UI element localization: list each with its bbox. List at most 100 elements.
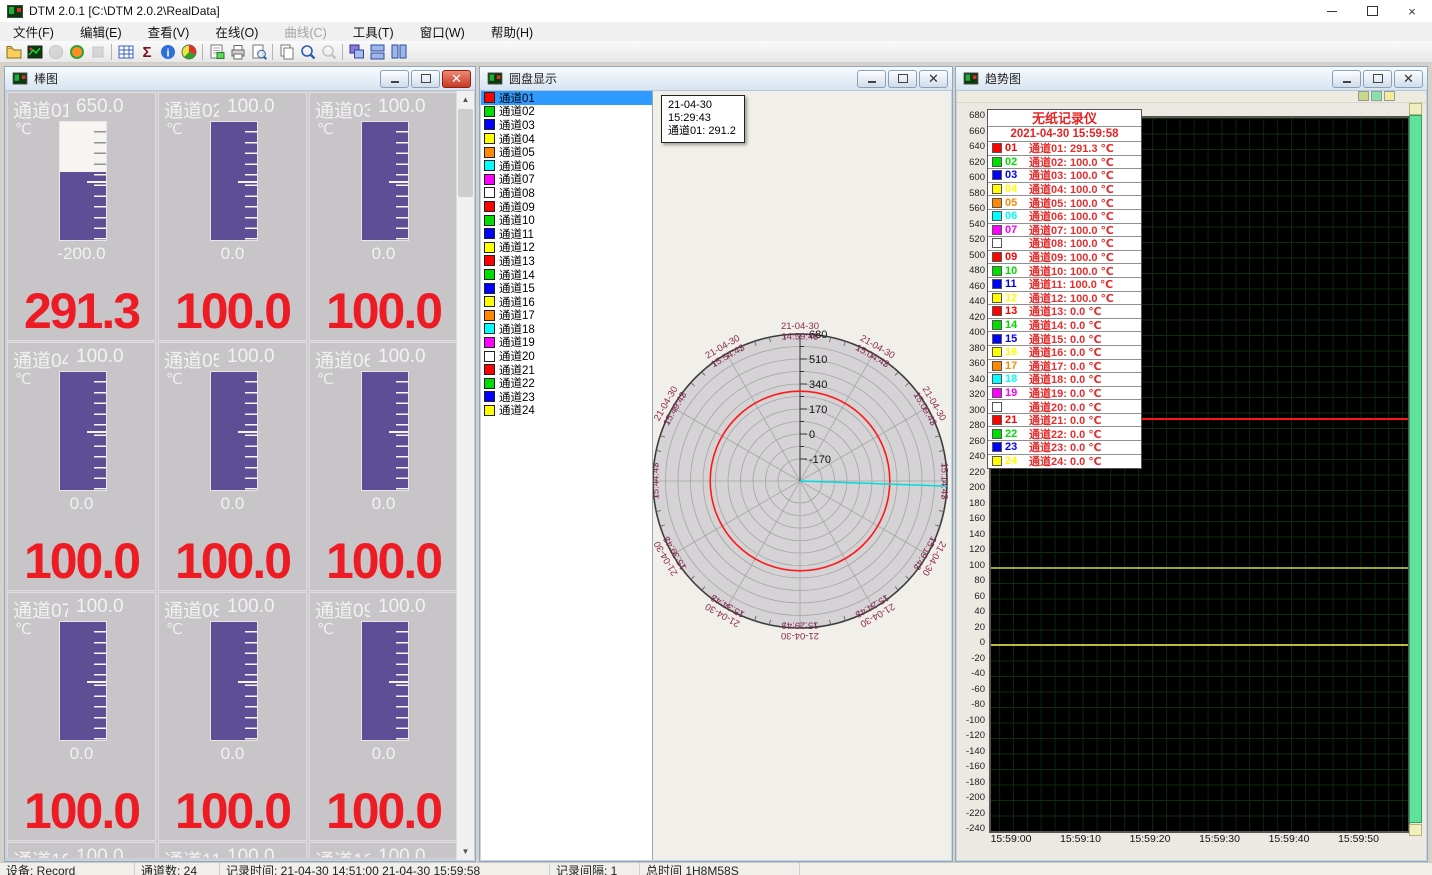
disc-window-titlebar[interactable]: 圆盘显示 ✕ xyxy=(480,67,952,91)
y-tick-label: 460 xyxy=(969,282,985,292)
x-tick-label: 15:59:50 xyxy=(1338,833,1379,845)
bar-close-button[interactable]: ✕ xyxy=(442,70,471,88)
scrollbar-thumb[interactable] xyxy=(1409,115,1422,823)
y-tick-label: 640 xyxy=(969,142,985,152)
channel-color-icon xyxy=(484,106,495,117)
export-page-icon[interactable] xyxy=(206,42,227,61)
channel-label: 通道02 xyxy=(164,96,219,123)
tooltip-date: 21-04-30 xyxy=(668,99,736,112)
close-button[interactable]: × xyxy=(1392,0,1432,22)
open-folder-icon[interactable] xyxy=(3,42,24,61)
gauge-unit: ℃ xyxy=(15,620,32,638)
y-tick-label: 240 xyxy=(969,452,985,462)
channel-list-item-24[interactable]: 通道24 xyxy=(481,404,652,418)
trend-close-button[interactable]: ✕ xyxy=(1394,70,1423,88)
channel-color-icon xyxy=(484,228,495,239)
y-tick-label: 140 xyxy=(969,530,985,540)
scroll-down-icon[interactable]: ▼ xyxy=(457,843,474,860)
gauge-track xyxy=(59,121,107,241)
print-icon[interactable] xyxy=(227,42,248,61)
menu-item-3[interactable]: 在线(O) xyxy=(202,20,271,43)
menu-item-5[interactable]: 工具(T) xyxy=(340,20,407,43)
tile-vertical-icon[interactable] xyxy=(388,42,409,61)
channel-color-icon xyxy=(484,364,495,375)
legend-channel-number: 05 xyxy=(1005,197,1023,209)
y-tick-label: 200 xyxy=(969,483,985,493)
disc-minimize-button[interactable] xyxy=(857,70,886,88)
info-icon[interactable]: i xyxy=(157,42,178,61)
legend-color-icon xyxy=(992,170,1002,180)
bar-gauge-通道11: 通道11 100.0 ℃ 0.0 100.0 xyxy=(158,842,307,858)
toolbar-separator xyxy=(342,44,343,60)
y-tick-label: 480 xyxy=(969,266,985,276)
legend-channel-number: 18 xyxy=(1005,373,1023,385)
y-tick-label: 440 xyxy=(969,297,985,307)
channel-label: 通道08 xyxy=(164,596,219,623)
menu-item-1[interactable]: 编辑(E) xyxy=(67,20,135,43)
bar-vertical-scrollbar[interactable]: ▲ ▼ xyxy=(456,91,474,860)
x-tick-label: 15:59:00 xyxy=(991,833,1032,845)
trend-restore-button[interactable] xyxy=(1363,70,1392,88)
print-preview-icon[interactable] xyxy=(248,42,269,61)
x-tick-label: 15:59:40 xyxy=(1269,833,1310,845)
menu-item-0[interactable]: 文件(F) xyxy=(0,20,67,43)
gauge-max: 100.0 xyxy=(378,596,426,623)
strip-button-icon[interactable] xyxy=(1358,91,1369,101)
legend-channel-number: 24 xyxy=(1005,455,1023,467)
status-bar: 设备: Record通道数: 24记录时间: 21-04-30 14:51:00… xyxy=(0,862,1432,875)
svg-text:510: 510 xyxy=(809,354,827,366)
legend-color-icon xyxy=(992,456,1002,466)
status-panel-1: 通道数: 24 xyxy=(135,863,220,875)
gauge-max: 100.0 xyxy=(227,846,275,858)
strip-button-icon[interactable] xyxy=(1371,91,1382,101)
menu-item-2[interactable]: 查看(V) xyxy=(135,20,203,43)
svg-text:340: 340 xyxy=(809,379,827,391)
legend-channel-number: 17 xyxy=(1005,360,1023,372)
data-table-icon[interactable] xyxy=(115,42,136,61)
realdata-view-icon[interactable] xyxy=(24,42,45,61)
pie-chart-icon[interactable] xyxy=(178,42,199,61)
minimize-button[interactable] xyxy=(1312,0,1352,22)
legend-color-icon xyxy=(992,347,1002,357)
tile-horizontal-icon[interactable] xyxy=(367,42,388,61)
statistics-sigma-icon[interactable]: Σ xyxy=(136,42,157,61)
bar-restore-button[interactable] xyxy=(411,70,440,88)
y-tick-label: 160 xyxy=(969,514,985,524)
y-tick-label: 60 xyxy=(974,592,985,602)
zoom-icon[interactable] xyxy=(297,42,318,61)
scrollbar-cap[interactable] xyxy=(1409,824,1422,836)
legend-channel-number: 23 xyxy=(1005,441,1023,453)
disc-close-button[interactable]: ✕ xyxy=(919,70,948,88)
y-tick-label: 360 xyxy=(969,359,985,369)
trend-window-titlebar[interactable]: 趋势图 ✕ xyxy=(956,67,1427,91)
disc-window-icon xyxy=(488,73,502,85)
scroll-up-icon[interactable]: ▲ xyxy=(457,91,474,108)
gauge-value: 100.0 xyxy=(8,782,155,840)
trend-minimize-button[interactable] xyxy=(1332,70,1361,88)
y-tick-label: 500 xyxy=(969,251,985,261)
disc-restore-button[interactable] xyxy=(888,70,917,88)
trend-vertical-scrollbar[interactable] xyxy=(1409,103,1422,836)
cascade-windows-icon[interactable] xyxy=(346,42,367,61)
gauge-min: -200.0 xyxy=(8,244,155,264)
record-start-icon[interactable] xyxy=(66,42,87,61)
copy-icon[interactable] xyxy=(276,42,297,61)
maximize-button[interactable] xyxy=(1352,0,1392,22)
menu-item-6[interactable]: 窗口(W) xyxy=(407,20,478,43)
legend-color-icon xyxy=(992,306,1002,316)
channel-color-icon xyxy=(484,337,495,348)
bar-minimize-button[interactable] xyxy=(380,70,409,88)
y-tick-label: 600 xyxy=(969,173,985,183)
menu-item-7[interactable]: 帮助(H) xyxy=(478,20,546,43)
gauge-track xyxy=(59,621,107,741)
channel-label: 通道01 xyxy=(13,96,68,123)
strip-button-icon[interactable] xyxy=(1384,91,1395,101)
channel-color-icon xyxy=(484,351,495,362)
scrollbar-thumb[interactable] xyxy=(458,109,473,197)
scrollbar-cap[interactable] xyxy=(1409,103,1422,115)
y-tick-label: -160 xyxy=(966,762,985,772)
toolbar-separator xyxy=(111,44,112,60)
y-tick-label: 620 xyxy=(969,158,985,168)
bar-window-titlebar[interactable]: 棒图 ✕ xyxy=(5,67,475,91)
y-tick-label: 540 xyxy=(969,220,985,230)
